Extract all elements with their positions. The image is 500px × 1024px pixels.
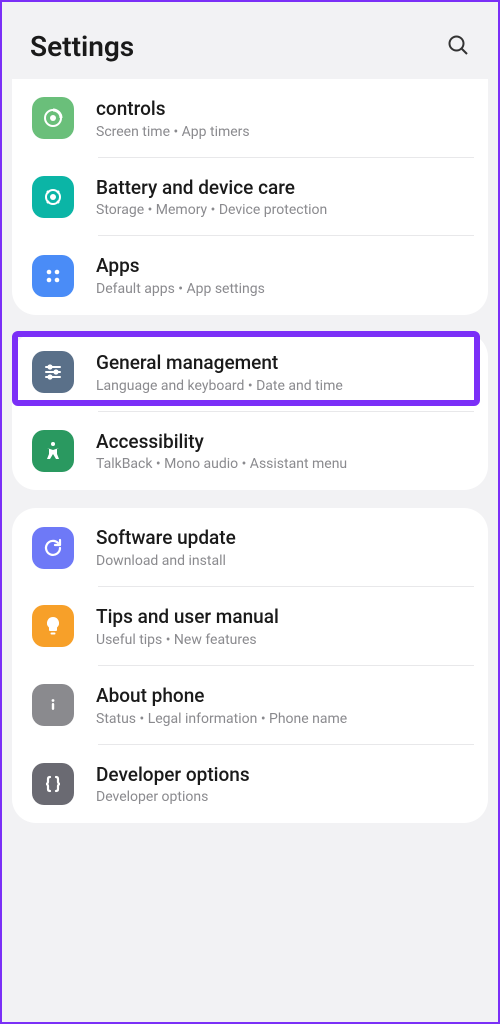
item-subtitle: Screen time • App timers xyxy=(96,124,468,140)
item-text: Software update Download and install xyxy=(96,526,468,569)
item-subtitle: Storage • Memory • Device protection xyxy=(96,202,468,218)
settings-section: General management Language and keyboard… xyxy=(12,333,488,490)
item-subtitle: TalkBack • Mono audio • Assistant menu xyxy=(96,456,468,472)
item-subtitle: Download and install xyxy=(96,553,468,569)
item-title: Accessibility xyxy=(96,430,468,455)
item-text: Battery and device care Storage • Memory… xyxy=(96,176,468,219)
item-text: Tips and user manual Useful tips • New f… xyxy=(96,605,468,648)
item-title: Tips and user manual xyxy=(96,605,468,630)
item-title: Battery and device care xyxy=(96,176,468,201)
item-subtitle: Status • Legal information • Phone name xyxy=(96,711,468,727)
settings-item-developer-options[interactable]: Developer options Developer options xyxy=(12,745,488,824)
settings-item-about-phone[interactable]: About phone Status • Legal information •… xyxy=(12,666,488,745)
header: Settings xyxy=(2,2,498,79)
search-icon[interactable] xyxy=(446,33,470,61)
settings-section: controls Screen time • App timers Batter… xyxy=(12,79,488,315)
braces-icon xyxy=(32,763,74,805)
item-subtitle: Developer options xyxy=(96,789,468,805)
sliders-icon xyxy=(32,351,74,393)
battery-icon xyxy=(32,176,74,218)
item-subtitle: Default apps • App settings xyxy=(96,281,468,297)
update-icon xyxy=(32,527,74,569)
item-text: controls Screen time • App timers xyxy=(96,97,468,140)
settings-item-tips[interactable]: Tips and user manual Useful tips • New f… xyxy=(12,587,488,666)
item-title: Software update xyxy=(96,526,468,551)
item-title: About phone xyxy=(96,684,468,709)
item-subtitle: Useful tips • New features xyxy=(96,632,468,648)
item-title: controls xyxy=(96,97,468,122)
settings-item-software-update[interactable]: Software update Download and install xyxy=(12,508,488,587)
item-subtitle: Language and keyboard • Date and time xyxy=(96,378,468,394)
settings-item-battery[interactable]: Battery and device care Storage • Memory… xyxy=(12,158,488,237)
settings-item-accessibility[interactable]: Accessibility TalkBack • Mono audio • As… xyxy=(12,412,488,491)
item-text: Developer options Developer options xyxy=(96,763,468,806)
item-text: Apps Default apps • App settings xyxy=(96,254,468,297)
apps-icon xyxy=(32,255,74,297)
item-text: General management Language and keyboard… xyxy=(96,351,468,394)
item-text: Accessibility TalkBack • Mono audio • As… xyxy=(96,430,468,473)
lightbulb-icon xyxy=(32,605,74,647)
settings-item-controls[interactable]: controls Screen time • App timers xyxy=(12,79,488,158)
page-title: Settings xyxy=(30,30,134,63)
info-icon xyxy=(32,684,74,726)
item-title: Developer options xyxy=(96,763,468,788)
item-text: About phone Status • Legal information •… xyxy=(96,684,468,727)
controls-icon xyxy=(32,97,74,139)
item-title: Apps xyxy=(96,254,468,279)
accessibility-icon xyxy=(32,430,74,472)
item-title: General management xyxy=(96,351,468,376)
settings-item-apps[interactable]: Apps Default apps • App settings xyxy=(12,236,488,315)
settings-section: Software update Download and install Tip… xyxy=(12,508,488,823)
settings-item-general-management[interactable]: General management Language and keyboard… xyxy=(12,333,488,412)
